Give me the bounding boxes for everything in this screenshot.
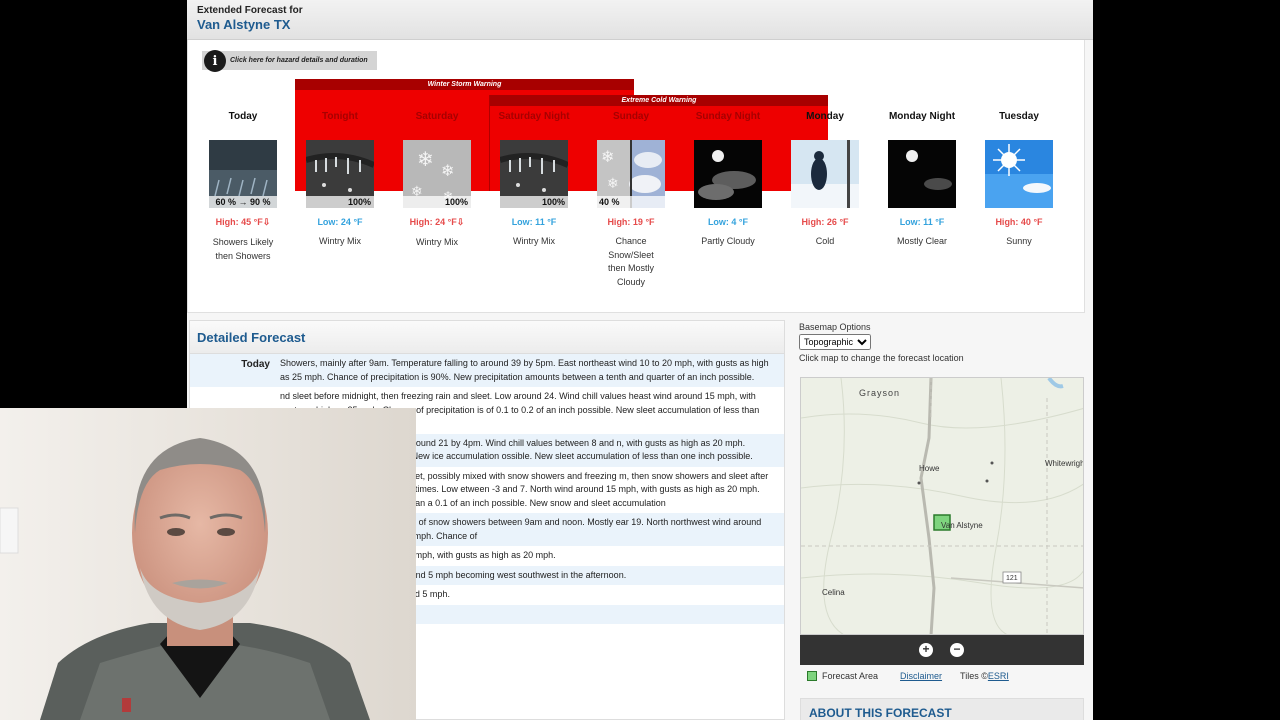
period-name: Monday xyxy=(806,111,844,122)
period-name: Tonight xyxy=(322,111,358,122)
period-name: Saturday Night xyxy=(498,111,570,122)
snow-then-cloudy-icon[interactable]: ❄ ❄ 40 % xyxy=(597,140,665,208)
forecast-period[interactable]: Tonight 100% Low: 24 °F Wintry Mix xyxy=(295,110,385,249)
cold-icon[interactable] xyxy=(791,140,859,208)
svg-text:❄: ❄ xyxy=(601,149,614,166)
zoom-in-button[interactable]: + xyxy=(919,643,933,657)
period-temperature: High: 40 °F xyxy=(995,217,1043,227)
presenter-video xyxy=(0,408,416,720)
forecast-map[interactable]: Grayson Howe Whitewrigh Van Alstyne Celi… xyxy=(800,377,1084,635)
forecast-area-label: Forecast Area xyxy=(822,671,879,681)
period-name: Today xyxy=(228,111,258,122)
basemap-select[interactable]: Topographic xyxy=(799,334,871,350)
about-forecast-header[interactable]: ABOUT THIS FORECAST xyxy=(800,698,1084,720)
hazard-details-button[interactable]: i Click here for hazard details and dura… xyxy=(202,50,377,72)
map-label-grayson: Grayson xyxy=(859,388,900,398)
basemap-label: Basemap Options xyxy=(799,322,871,332)
period-temperature: High: 45 °F⇩ xyxy=(215,217,271,227)
period-description: Wintry Mix xyxy=(416,237,458,247)
precip-chance: 40 % xyxy=(597,196,665,208)
period-description: Mostly Clear xyxy=(896,236,947,246)
forecast-period[interactable]: Today 60 % → 90 % High: 45 °F⇩ Showers Like… xyxy=(198,110,288,263)
period-name: Monday Night xyxy=(888,111,956,122)
forecast-period[interactable]: Sunday Night Low: 4 °F Partly Cloudy xyxy=(683,110,773,249)
map-hint: Click map to change the forecast locatio… xyxy=(799,353,964,363)
svg-text:❄: ❄ xyxy=(417,149,434,171)
tiles-credit: Tiles © xyxy=(960,671,988,681)
period-description: Chance Snow/Sleet then Mostly Cloudy xyxy=(607,236,655,287)
map-label-whitewright: Whitewrigh xyxy=(1045,459,1084,468)
map-toolbar: + − xyxy=(800,635,1084,665)
period-description: Partly Cloudy xyxy=(701,236,755,246)
zoom-out-button[interactable]: − xyxy=(950,643,964,657)
forecast-period[interactable]: Tuesday High: 40 °F Sunny xyxy=(974,110,1064,249)
period-temperature: High: 24 °F⇩ xyxy=(409,217,465,227)
period-name: Sunday Night xyxy=(695,111,761,122)
sunny-icon[interactable] xyxy=(985,140,1053,208)
webcam-overlay xyxy=(0,408,416,720)
period-temperature: Low: 24 °F xyxy=(317,217,363,227)
period-temperature: Low: 4 °F xyxy=(707,217,749,227)
header-subtitle: Extended Forecast for xyxy=(197,5,303,16)
svg-text:❄: ❄ xyxy=(441,163,454,180)
extended-forecast-panel: i Click here for hazard details and dura… xyxy=(187,40,1085,313)
map-label-van-alstyne: Van Alstyne xyxy=(941,521,983,530)
detailed-forecast-title: Detailed Forecast xyxy=(190,321,784,354)
period-temperature: High: 19 °F xyxy=(607,217,655,227)
disclaimer-link[interactable]: Disclaimer xyxy=(900,671,942,681)
period-name: Sunday xyxy=(612,111,650,122)
period-temperature: Low: 11 °F xyxy=(511,217,557,227)
period-name: Saturday xyxy=(415,111,459,122)
period-description: Showers Likely then Showers xyxy=(212,237,274,261)
winter-storm-warning-label: Winter Storm Warning xyxy=(295,79,634,90)
wintry-mix-icon[interactable]: 100% xyxy=(306,140,374,208)
forecast-header: Extended Forecast for Van Alstyne TX xyxy=(187,0,1093,40)
hazard-details-label: Click here for hazard details and durati… xyxy=(230,57,368,64)
rain-showers-icon[interactable]: 60 % → 90 % xyxy=(209,140,277,208)
map-label-howe: Howe xyxy=(919,464,940,473)
wintry-mix-icon[interactable]: 100% xyxy=(500,140,568,208)
period-description: Cold xyxy=(815,236,835,246)
period-temperature: Low: 11 °F xyxy=(899,217,945,227)
black-letterbox xyxy=(0,0,187,408)
extreme-cold-warning-label: Extreme Cold Warning xyxy=(490,95,828,106)
detailed-period-text: Showers, mainly after 9am. Temperature f… xyxy=(280,358,769,382)
precip-chance: 100% xyxy=(403,196,471,208)
map-options: Basemap Options Topographic Click map to… xyxy=(799,322,1085,363)
forecast-period[interactable]: Monday Night Low: 11 °F Mostly Clear xyxy=(877,110,967,249)
precip-chance: 100% xyxy=(500,196,568,208)
screen: Extended Forecast for Van Alstyne TX i C… xyxy=(0,0,1280,720)
location-title: Van Alstyne TX xyxy=(197,17,291,32)
period-description: Wintry Mix xyxy=(319,236,361,246)
forecast-area-swatch xyxy=(807,671,817,681)
route-121-shield: 121 xyxy=(1006,575,1018,582)
period-temperature: High: 26 °F xyxy=(801,217,849,227)
forecast-period[interactable]: Sunday ❄ ❄ 40 % High: 19 °F Chance Snow/Sleet… xyxy=(586,110,676,289)
detailed-forecast-row: Today Showers, mainly after 9am. Temperat… xyxy=(190,354,784,387)
detailed-period-label: Today xyxy=(241,359,270,370)
clear-night-icon[interactable] xyxy=(888,140,956,208)
precip-chance: 60 % → 90 % xyxy=(209,196,277,208)
map-label-celina: Celina xyxy=(822,588,845,597)
forecast-period[interactable]: Monday High: 26 °F Cold xyxy=(780,110,870,249)
forecast-period[interactable]: Saturday Night 100% Low: 11 °F Wintry Mix xyxy=(489,110,579,249)
precip-chance: 100% xyxy=(306,196,374,208)
period-name: Tuesday xyxy=(999,111,1039,122)
partly-cloudy-night-icon[interactable] xyxy=(694,140,762,208)
period-description: Sunny xyxy=(1006,236,1032,246)
svg-text:❄: ❄ xyxy=(607,175,619,191)
forecast-period[interactable]: Saturday❄❄❄❄100%High: 24 °F⇩Wintry Mix xyxy=(392,110,482,250)
snow-icon[interactable]: ❄❄❄❄100% xyxy=(403,140,471,208)
period-description: Wintry Mix xyxy=(513,236,555,246)
map-legend: Forecast Area Disclaimer Tiles © ESRI xyxy=(807,671,1077,681)
esri-link[interactable]: ESRI xyxy=(988,671,1009,681)
map-graphic[interactable]: Grayson Howe Whitewrigh Van Alstyne Celi… xyxy=(801,378,1084,635)
info-icon: i xyxy=(204,50,226,72)
